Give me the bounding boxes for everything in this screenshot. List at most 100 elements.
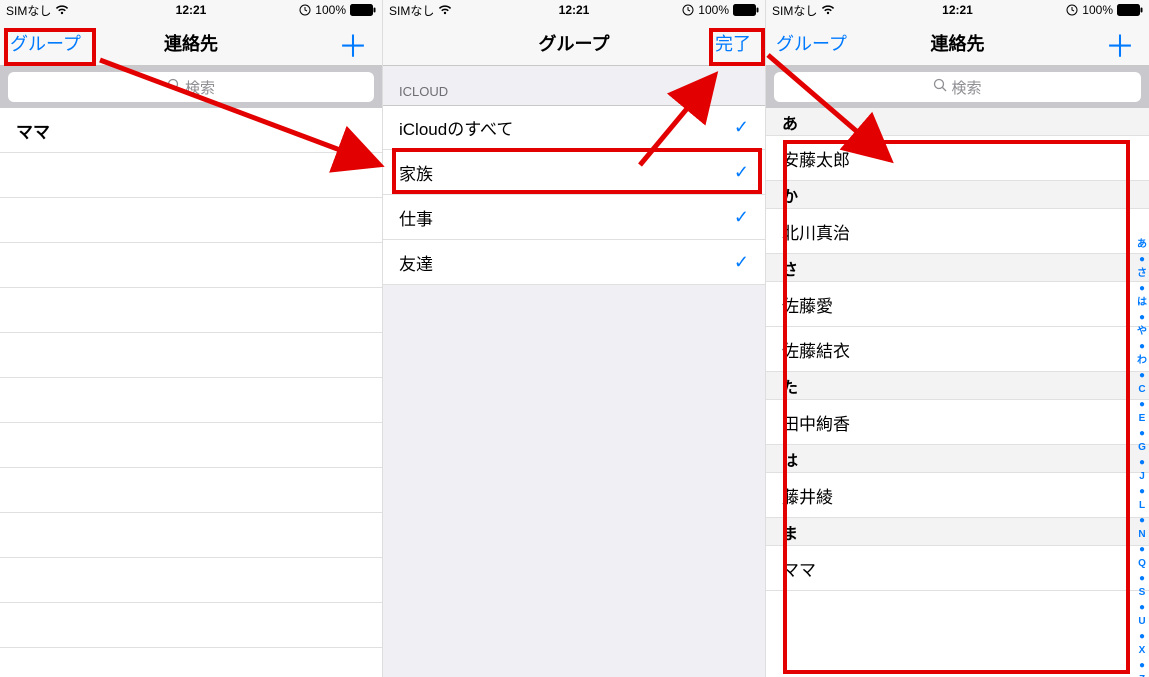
index-char[interactable]: あ: [1137, 238, 1147, 253]
kana-section-header: た: [766, 372, 1149, 400]
group-label: 仕事: [399, 205, 433, 230]
battery-icon: [350, 4, 376, 16]
groups-button[interactable]: グループ: [10, 30, 81, 56]
index-char[interactable]: N: [1138, 528, 1145, 543]
index-char[interactable]: X: [1139, 644, 1146, 659]
index-char[interactable]: ●: [1139, 311, 1145, 326]
status-bar: SIMなし 12:21 100%: [383, 0, 765, 20]
group-row[interactable]: 家族 ✓: [383, 150, 765, 195]
search-bar-container: 検索: [0, 66, 382, 108]
carrier-text: SIMなし: [6, 2, 51, 19]
search-icon: [933, 78, 947, 96]
index-char[interactable]: や: [1137, 325, 1147, 340]
status-bar: SIMなし 12:21 100%: [766, 0, 1149, 20]
index-char[interactable]: S: [1139, 586, 1146, 601]
done-button[interactable]: 完了: [715, 30, 751, 56]
battery-pct-text: 100%: [1082, 3, 1113, 17]
kana-section-header: は: [766, 445, 1149, 473]
empty-row: [0, 153, 382, 198]
group-label: iCloudのすべて: [399, 115, 513, 140]
contact-row[interactable]: 藤井綾: [766, 473, 1149, 518]
index-char[interactable]: ●: [1139, 572, 1145, 587]
search-input[interactable]: 検索: [8, 72, 374, 102]
contact-row[interactable]: 佐藤愛: [766, 282, 1149, 327]
check-icon: ✓: [734, 162, 749, 183]
screen-contacts-before: SIMなし 12:21 100% グループ 連絡先 ＋: [0, 0, 383, 677]
check-icon: ✓: [734, 252, 749, 273]
carrier-text: SIMなし: [772, 2, 817, 19]
index-char[interactable]: は: [1137, 296, 1147, 311]
page-title: グループ: [383, 30, 765, 56]
nav-bar: グループ 連絡先 ＋: [766, 20, 1149, 66]
battery-pct-text: 100%: [698, 3, 729, 17]
empty-row: [0, 198, 382, 243]
nav-bar: グループ 完了: [383, 20, 765, 66]
empty-row: [0, 603, 382, 648]
carrier-text: SIMなし: [389, 2, 434, 19]
search-bar-container: 検索: [766, 66, 1149, 108]
index-char[interactable]: Z: [1139, 673, 1145, 677]
index-char[interactable]: ●: [1139, 369, 1145, 384]
kana-section-header: ま: [766, 518, 1149, 546]
empty-row: [0, 423, 382, 468]
index-char[interactable]: L: [1139, 499, 1145, 514]
contact-row[interactable]: ママ: [766, 546, 1149, 591]
status-bar: SIMなし 12:21 100%: [0, 0, 382, 20]
index-char[interactable]: ●: [1139, 601, 1145, 616]
add-contact-button[interactable]: ＋: [1105, 22, 1135, 66]
index-char[interactable]: C: [1138, 383, 1145, 398]
index-char[interactable]: E: [1139, 412, 1146, 427]
clock-text: 12:21: [559, 3, 590, 17]
group-label: 友達: [399, 250, 433, 275]
group-row[interactable]: 友達 ✓: [383, 240, 765, 285]
index-char[interactable]: ●: [1139, 514, 1145, 529]
group-row[interactable]: iCloudのすべて ✓: [383, 105, 765, 150]
index-scroll-bar[interactable]: あ●さ●は●や●わ●C●E●G●J●L●N●Q●S●U●X●Z#: [1137, 238, 1147, 677]
clock-text: 12:21: [942, 3, 973, 17]
empty-row: [0, 333, 382, 378]
index-char[interactable]: Q: [1138, 557, 1146, 572]
contact-row[interactable]: 安藤太郎: [766, 136, 1149, 181]
index-char[interactable]: ●: [1139, 398, 1145, 413]
search-placeholder: 検索: [951, 77, 981, 98]
contact-row[interactable]: 田中絢香: [766, 400, 1149, 445]
index-char[interactable]: U: [1138, 615, 1145, 630]
empty-row: [0, 468, 382, 513]
groups-button[interactable]: グループ: [776, 30, 847, 56]
group-label: 家族: [399, 160, 433, 185]
orientation-lock-icon: [682, 4, 694, 16]
contact-row[interactable]: 佐藤結衣: [766, 327, 1149, 372]
contact-row[interactable]: 北川真治: [766, 209, 1149, 254]
wifi-icon: [821, 5, 835, 15]
search-icon: [167, 78, 181, 96]
add-contact-button[interactable]: ＋: [338, 22, 368, 66]
screen-contacts-after: SIMなし 12:21 100% グループ 連絡先 ＋: [766, 0, 1149, 677]
index-char[interactable]: G: [1138, 441, 1146, 456]
empty-row: [0, 513, 382, 558]
search-placeholder: 検索: [185, 77, 215, 98]
clock-text: 12:21: [176, 3, 207, 17]
section-header-icloud: ICLOUD: [383, 66, 765, 105]
index-char[interactable]: ●: [1139, 543, 1145, 558]
nav-bar: グループ 連絡先 ＋: [0, 20, 382, 66]
index-char[interactable]: ●: [1139, 659, 1145, 674]
wifi-icon: [438, 5, 452, 15]
index-char[interactable]: ●: [1139, 282, 1145, 297]
group-row[interactable]: 仕事✓: [383, 195, 765, 240]
index-char[interactable]: わ: [1137, 354, 1147, 369]
battery-pct-text: 100%: [315, 3, 346, 17]
index-char[interactable]: さ: [1137, 267, 1147, 282]
kana-section-header: か: [766, 181, 1149, 209]
check-icon: ✓: [734, 117, 749, 138]
search-input[interactable]: 検索: [774, 72, 1141, 102]
index-char[interactable]: J: [1139, 470, 1145, 485]
index-char[interactable]: ●: [1139, 456, 1145, 471]
index-char[interactable]: ●: [1139, 485, 1145, 500]
index-char[interactable]: ●: [1139, 427, 1145, 442]
contact-row[interactable]: ママ: [0, 108, 382, 153]
index-char[interactable]: ●: [1139, 253, 1145, 268]
index-char[interactable]: ●: [1139, 630, 1145, 645]
empty-row: [0, 243, 382, 288]
screen-groups: SIMなし 12:21 100% グループ 完了 ICLOUD: [383, 0, 766, 677]
index-char[interactable]: ●: [1139, 340, 1145, 355]
